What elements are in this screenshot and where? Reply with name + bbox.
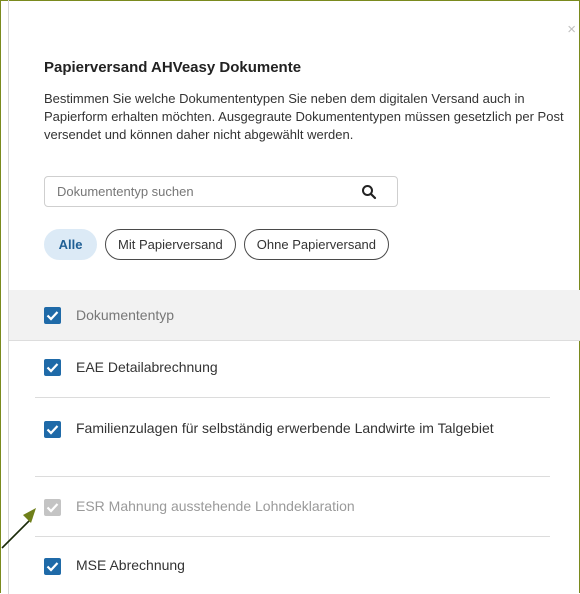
modal-title: Papierversand AHVeasy Dokumente <box>44 59 302 76</box>
table-header: Dokumententyp <box>9 290 580 341</box>
close-icon[interactable]: × <box>567 22 576 37</box>
filter-all-chip[interactable]: Alle <box>44 229 97 260</box>
row-label: ESR Mahnung ausstehende Lohndeklaration <box>76 498 355 514</box>
row-divider <box>35 536 550 537</box>
column-header-label: Dokumententyp <box>76 307 175 323</box>
row-checkbox-disabled <box>44 499 61 516</box>
row-checkbox[interactable] <box>44 558 61 575</box>
filter-without-paper-chip[interactable]: Ohne Papierversand <box>243 229 390 260</box>
select-all-checkbox[interactable] <box>44 307 61 324</box>
row-divider <box>35 397 550 398</box>
row-checkbox[interactable] <box>44 359 61 376</box>
modal-description: Bestimmen Sie welche Dokumententypen Sie… <box>44 91 564 142</box>
row-label: EAE Detailabrechnung <box>76 359 218 375</box>
row-divider <box>35 476 550 477</box>
row-label: Familienzulagen für selbständig erwerben… <box>76 420 494 436</box>
search-icon[interactable] <box>361 184 377 200</box>
row-label: MSE Abrechnung <box>76 557 185 573</box>
filter-chips: Alle Mit Papierversand Ohne Papierversan… <box>44 229 390 260</box>
row-checkbox[interactable] <box>44 421 61 438</box>
search-field[interactable] <box>44 176 398 207</box>
search-input[interactable] <box>57 177 357 206</box>
filter-with-paper-chip[interactable]: Mit Papierversand <box>105 229 236 260</box>
